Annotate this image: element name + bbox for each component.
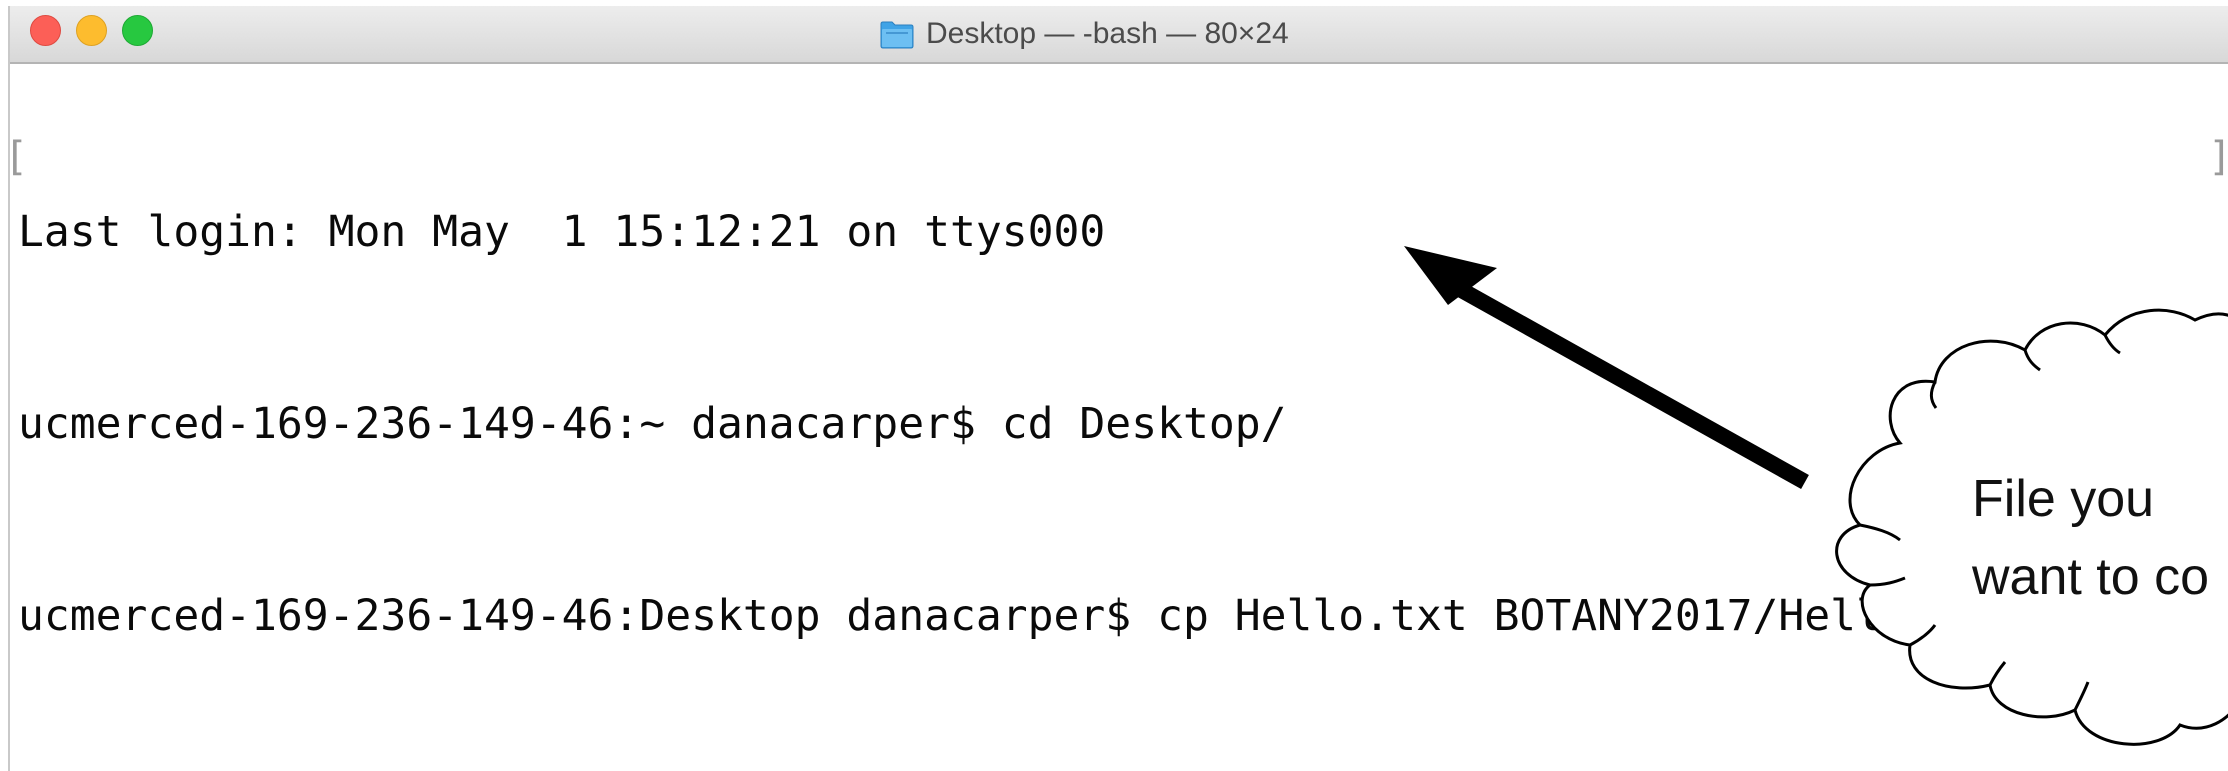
cloud-label: File you want to co (1972, 460, 2209, 616)
terminal-line: ucmerced-169-236-149-46:~ danacarper$ cd… (18, 392, 2037, 456)
terminal-line-text: ucmerced-169-236-149-46:~ danacarper$ cd… (18, 399, 1287, 449)
minimize-button[interactable] (76, 15, 107, 46)
cloud-label-line: File you (1972, 470, 2155, 528)
close-button[interactable] (30, 15, 61, 46)
terminal-line-text: Last login: Mon May 1 15:12:21 on ttys00… (18, 207, 1106, 257)
cloud-label-line: want to co (1972, 548, 2210, 606)
terminal-output[interactable]: Last login: Mon May 1 15:12:21 on ttys00… (18, 72, 2038, 712)
zoom-button[interactable] (122, 15, 153, 46)
window-title-group: Desktop — -bash — 80×24 (880, 6, 1289, 62)
terminal-line: Last login: Mon May 1 15:12:21 on ttys00… (18, 200, 2037, 264)
selection-bracket-right: ] (2208, 134, 2228, 180)
terminal-line-text: ucmerced-169-236-149-46:Desktop danacarp… (18, 591, 2012, 641)
terminal-line: ucmerced-169-236-149-46:Desktop danacarp… (18, 584, 2038, 648)
folder-icon (880, 21, 914, 49)
window-title: Desktop — -bash — 80×24 (926, 17, 1289, 50)
title-bar[interactable]: Desktop — -bash — 80×24 (10, 6, 2228, 64)
